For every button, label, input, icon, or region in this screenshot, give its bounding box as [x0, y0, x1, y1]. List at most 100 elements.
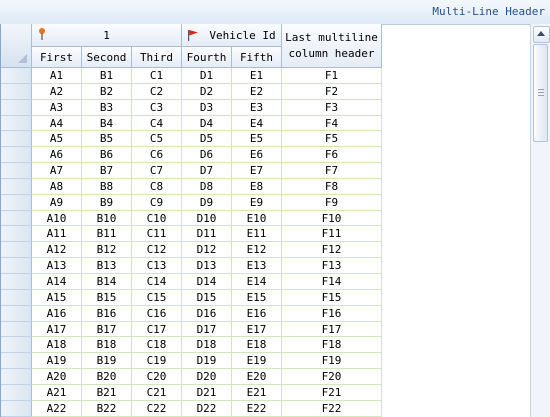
- table-cell[interactable]: C17: [132, 321, 182, 338]
- column-header-second[interactable]: Second: [82, 47, 132, 68]
- table-cell[interactable]: A11: [32, 226, 82, 243]
- column-header-last[interactable]: Last multiline column header: [282, 24, 382, 68]
- table-cell[interactable]: C10: [132, 210, 182, 227]
- table-cell[interactable]: E17: [232, 321, 282, 338]
- table-cell[interactable]: D13: [182, 258, 232, 274]
- table-cell[interactable]: F6: [282, 147, 382, 164]
- table-cell[interactable]: F19: [282, 353, 382, 370]
- table-cell[interactable]: E8: [232, 178, 282, 195]
- table-cell[interactable]: C16: [132, 305, 182, 322]
- table-cell[interactable]: B1: [82, 68, 132, 84]
- table-cell[interactable]: A14: [32, 273, 82, 290]
- row-selector[interactable]: [1, 400, 32, 417]
- table-cell[interactable]: C3: [132, 99, 182, 116]
- table-cell[interactable]: B22: [82, 400, 132, 417]
- table-cell[interactable]: A7: [32, 163, 82, 179]
- band-header-1[interactable]: 1: [32, 24, 182, 47]
- table-cell[interactable]: C18: [132, 337, 182, 354]
- row-selector[interactable]: [1, 321, 32, 338]
- table-cell[interactable]: B7: [82, 163, 132, 179]
- table-cell[interactable]: A21: [32, 384, 82, 401]
- table-cell[interactable]: D22: [182, 400, 232, 417]
- table-row[interactable]: A4 B4 C4 D4 E4 F4: [1, 115, 530, 132]
- table-cell[interactable]: E15: [232, 289, 282, 306]
- table-cell[interactable]: C13: [132, 258, 182, 274]
- table-cell[interactable]: F8: [282, 178, 382, 195]
- table-cell[interactable]: D8: [182, 178, 232, 195]
- table-cell[interactable]: D1: [182, 68, 232, 84]
- scroll-thumb[interactable]: [533, 44, 548, 142]
- table-cell[interactable]: E7: [232, 163, 282, 179]
- table-cell[interactable]: D3: [182, 99, 232, 116]
- scroll-up-button[interactable]: [533, 26, 550, 43]
- table-row[interactable]: A9 B9 C9 D9 E9 F9: [1, 194, 530, 211]
- table-cell[interactable]: E13: [232, 258, 282, 274]
- table-cell[interactable]: A22: [32, 400, 82, 417]
- row-selector[interactable]: [1, 384, 32, 401]
- table-cell[interactable]: A2: [32, 83, 82, 100]
- table-cell[interactable]: A1: [32, 68, 82, 84]
- table-cell[interactable]: C8: [132, 178, 182, 195]
- table-cell[interactable]: C19: [132, 353, 182, 370]
- table-cell[interactable]: B18: [82, 337, 132, 354]
- row-selector[interactable]: [1, 305, 32, 322]
- table-cell[interactable]: E4: [232, 115, 282, 132]
- row-selector[interactable]: [1, 115, 32, 132]
- table-cell[interactable]: F12: [282, 242, 382, 259]
- table-cell[interactable]: F15: [282, 289, 382, 306]
- table-cell[interactable]: C20: [132, 369, 182, 385]
- table-cell[interactable]: C12: [132, 242, 182, 259]
- table-cell[interactable]: B16: [82, 305, 132, 322]
- table-cell[interactable]: B8: [82, 178, 132, 195]
- table-row[interactable]: A14 B14 C14 D14 E14 F14: [1, 273, 530, 290]
- table-cell[interactable]: D20: [182, 369, 232, 385]
- table-cell[interactable]: A8: [32, 178, 82, 195]
- table-cell[interactable]: C1: [132, 68, 182, 84]
- table-cell[interactable]: A9: [32, 194, 82, 211]
- table-cell[interactable]: F18: [282, 337, 382, 354]
- table-cell[interactable]: B14: [82, 273, 132, 290]
- row-selector[interactable]: [1, 210, 32, 227]
- table-cell[interactable]: D12: [182, 242, 232, 259]
- table-cell[interactable]: E14: [232, 273, 282, 290]
- table-row[interactable]: A1 B1 C1 D1 E1 F1: [1, 68, 530, 84]
- table-cell[interactable]: C5: [132, 131, 182, 148]
- row-selector[interactable]: [1, 337, 32, 354]
- table-cell[interactable]: E21: [232, 384, 282, 401]
- table-cell[interactable]: F3: [282, 99, 382, 116]
- table-row[interactable]: A3 B3 C3 D3 E3 F3: [1, 99, 530, 116]
- table-cell[interactable]: D21: [182, 384, 232, 401]
- table-row[interactable]: A13 B13 C13 D13 E13 F13: [1, 258, 530, 274]
- table-cell[interactable]: E12: [232, 242, 282, 259]
- table-row[interactable]: A7 B7 C7 D7 E7 F7: [1, 163, 530, 179]
- table-cell[interactable]: B19: [82, 353, 132, 370]
- table-cell[interactable]: E6: [232, 147, 282, 164]
- row-selector[interactable]: [1, 369, 32, 385]
- row-selector[interactable]: [1, 178, 32, 195]
- row-selector[interactable]: [1, 194, 32, 211]
- table-row[interactable]: A20 B20 C20 D20 E20 F20: [1, 369, 530, 385]
- table-cell[interactable]: F9: [282, 194, 382, 211]
- table-cell[interactable]: D4: [182, 115, 232, 132]
- table-cell[interactable]: B20: [82, 369, 132, 385]
- table-cell[interactable]: E16: [232, 305, 282, 322]
- vertical-scrollbar[interactable]: [530, 24, 550, 417]
- table-cell[interactable]: F5: [282, 131, 382, 148]
- table-row[interactable]: A17 B17 C17 D17 E17 F17: [1, 321, 530, 338]
- table-cell[interactable]: B11: [82, 226, 132, 243]
- table-row[interactable]: A21 B21 C21 D21 E21 F21: [1, 384, 530, 401]
- table-cell[interactable]: F14: [282, 273, 382, 290]
- grid-corner-selector[interactable]: [1, 24, 32, 68]
- table-cell[interactable]: C6: [132, 147, 182, 164]
- table-cell[interactable]: F17: [282, 321, 382, 338]
- row-selector[interactable]: [1, 68, 32, 84]
- table-cell[interactable]: A12: [32, 242, 82, 259]
- table-cell[interactable]: F11: [282, 226, 382, 243]
- table-cell[interactable]: A16: [32, 305, 82, 322]
- row-selector[interactable]: [1, 163, 32, 179]
- row-selector[interactable]: [1, 83, 32, 100]
- row-selector[interactable]: [1, 258, 32, 274]
- table-cell[interactable]: F2: [282, 83, 382, 100]
- table-cell[interactable]: F10: [282, 210, 382, 227]
- table-cell[interactable]: A17: [32, 321, 82, 338]
